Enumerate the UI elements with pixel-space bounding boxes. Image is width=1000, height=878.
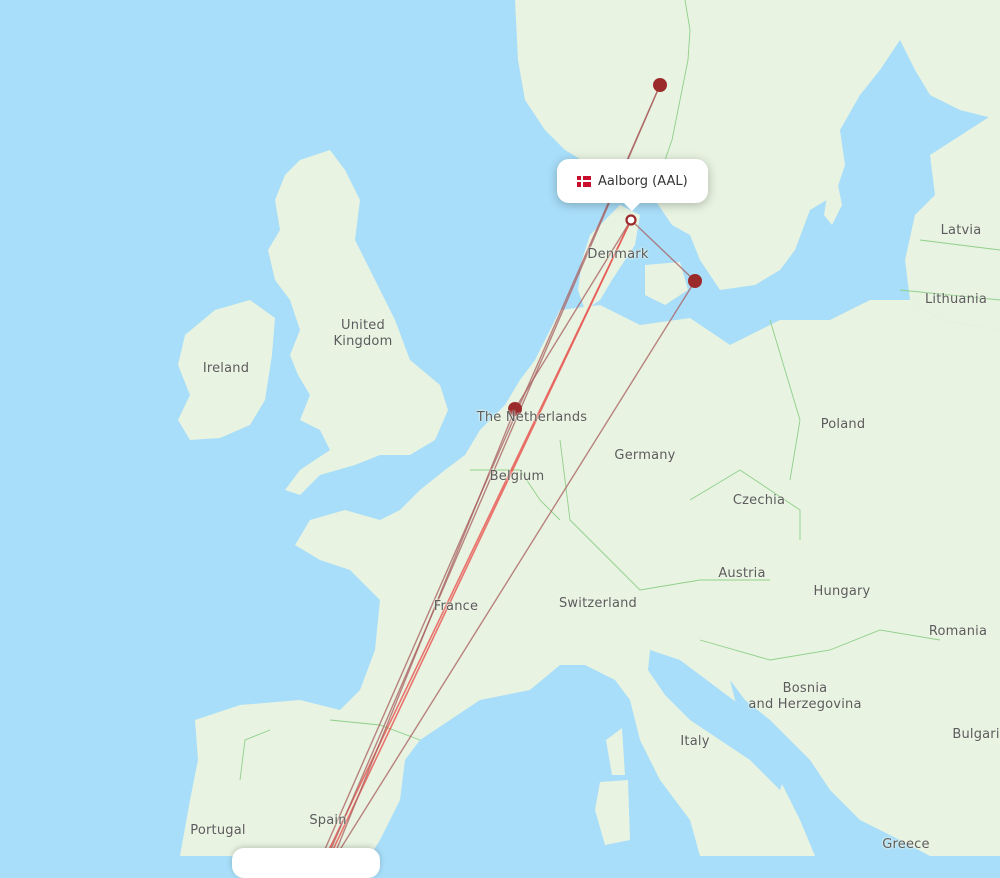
label-poland: Poland <box>820 417 866 432</box>
label-the-netherlands: The Netherlands <box>476 410 588 425</box>
label-portugal: Portugal <box>190 823 246 838</box>
destination-airport-tooltip[interactable] <box>232 848 380 878</box>
label-bulgaria: Bulgari <box>952 727 1000 742</box>
label-germany: Germany <box>614 448 676 463</box>
destination-marker-oslo[interactable] <box>653 78 667 92</box>
label-spain: Spain <box>309 813 347 828</box>
label-italy: Italy <box>680 734 710 749</box>
label-belgium: Belgium <box>489 469 545 484</box>
label-switzerland: Switzerland <box>558 596 638 611</box>
destination-marker-copenhagen[interactable] <box>688 274 702 288</box>
label-latvia: Latvia <box>940 223 982 238</box>
origin-marker-aalborg[interactable] <box>625 214 637 226</box>
label-czechia: Czechia <box>732 493 786 508</box>
label-romania: Romania <box>928 624 988 639</box>
origin-airport-label: Aalborg (AAL) <box>598 173 688 189</box>
label-hungary: Hungary <box>813 584 871 599</box>
label-france: France <box>433 599 479 614</box>
label-greece: Greece <box>882 837 930 852</box>
label-ireland: Ireland <box>202 361 250 376</box>
denmark-flag-icon <box>577 175 591 187</box>
label-austria: Austria <box>718 566 766 581</box>
origin-airport-tooltip[interactable]: Aalborg (AAL) <box>557 159 708 211</box>
label-united-kingdom: United Kingdom <box>333 318 393 349</box>
label-lithuania: Lithuania <box>924 292 988 307</box>
label-bosnia-and-herzegovina: Bosnia and Herzegovina <box>748 681 862 712</box>
label-denmark: Denmark <box>587 247 649 262</box>
